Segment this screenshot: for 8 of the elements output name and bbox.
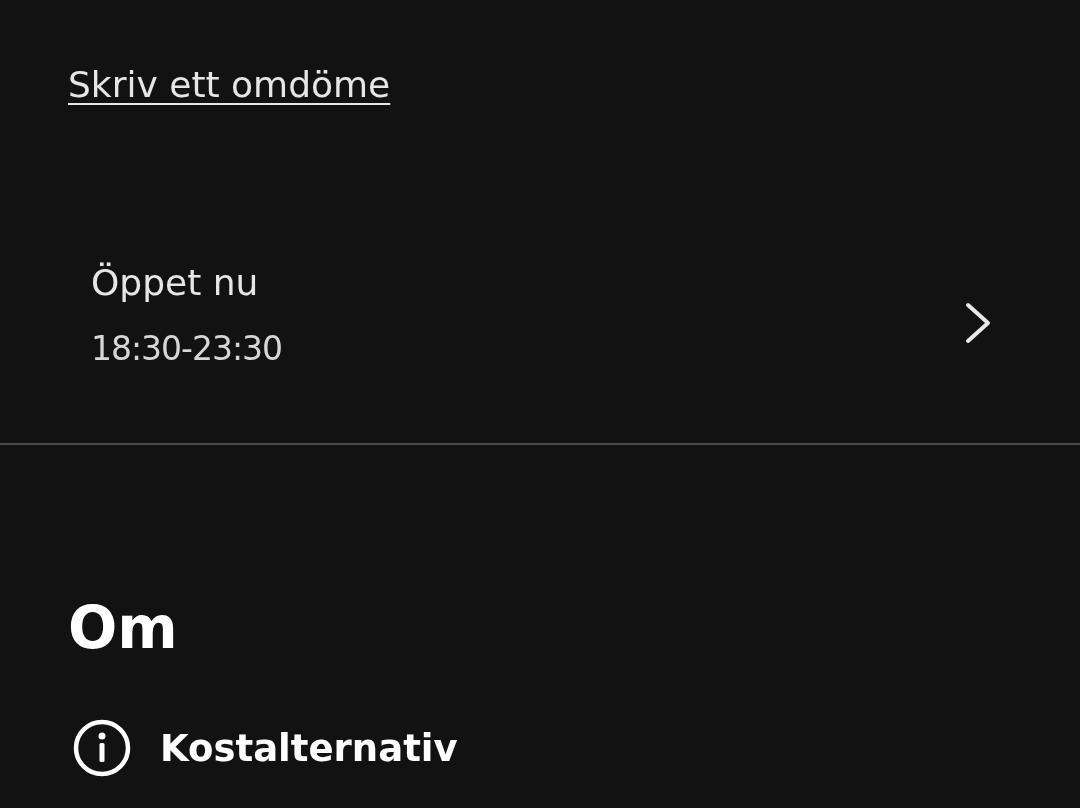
chevron-right-icon (964, 302, 992, 344)
review-link[interactable]: Skriv ett omdöme (68, 64, 391, 105)
info-icon (73, 719, 131, 777)
hours-row[interactable]: Öppet nu 18:30-23:30 (0, 150, 1080, 443)
hours-status: Öppet nu (91, 261, 260, 305)
hours-time: 18:30-23:30 (91, 328, 283, 370)
about-item-label: Kostalternativ (160, 726, 458, 770)
section-heading: Om (68, 593, 179, 663)
